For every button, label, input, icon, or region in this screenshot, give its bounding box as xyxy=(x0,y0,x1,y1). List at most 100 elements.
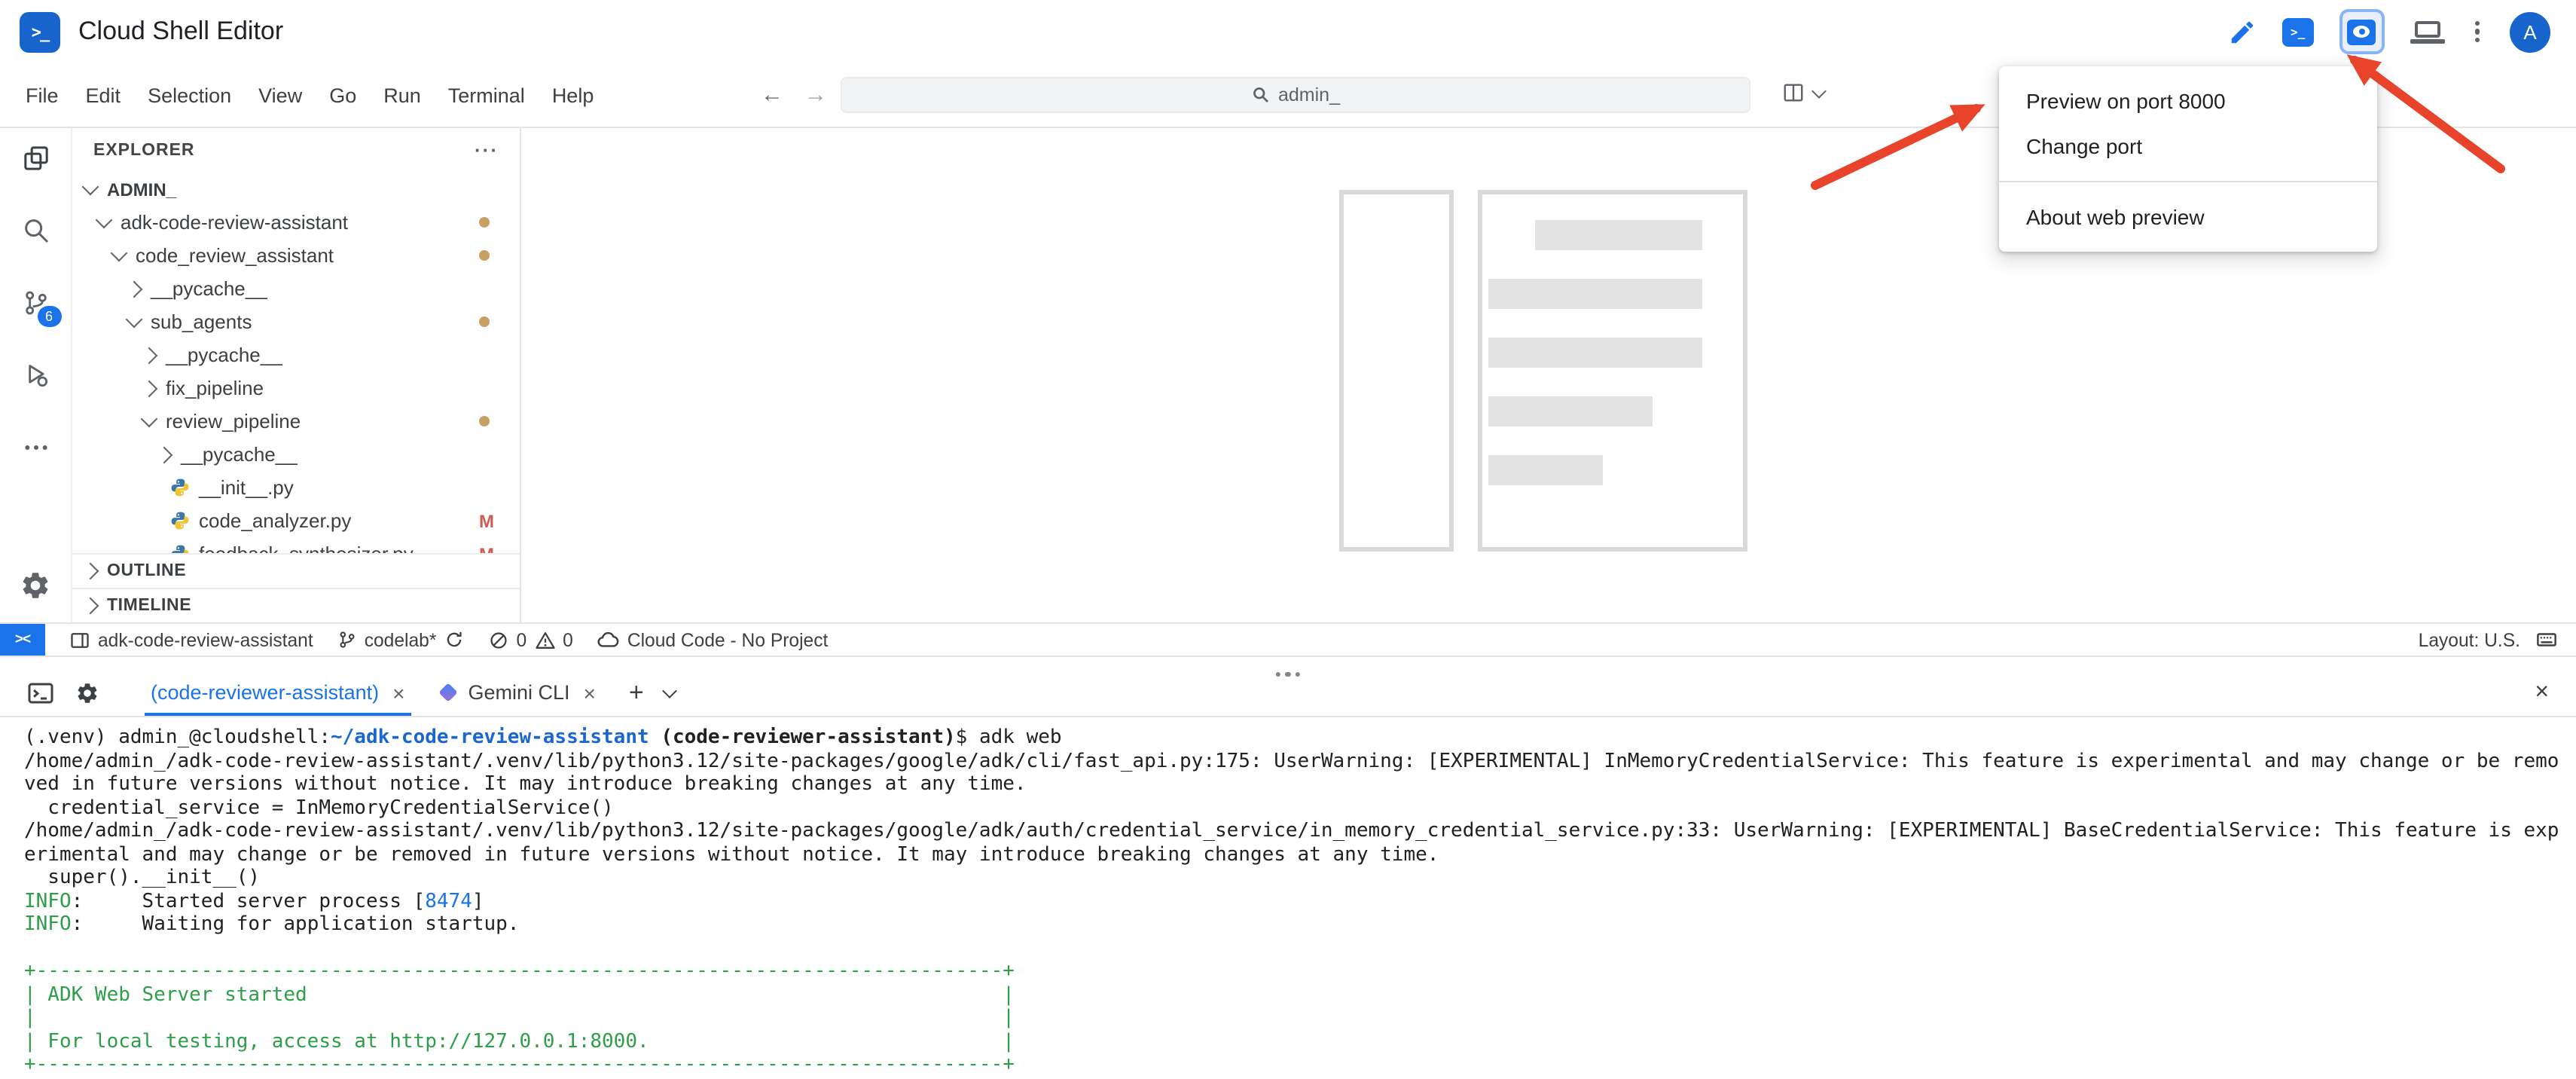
terminal-panel: (code-reviewer-assistant) × Gemini CLI ×… xyxy=(0,669,2576,1079)
terminal-line: INFO: Waiting for application startup. xyxy=(24,913,2552,937)
tree-item-label: review_pipeline xyxy=(166,411,301,433)
status-problems[interactable]: 0 0 xyxy=(487,629,572,650)
menu-item-about-web-preview[interactable]: About web preview xyxy=(1999,194,2377,240)
workspace-root[interactable]: ADMIN_ xyxy=(72,173,520,206)
sync-icon xyxy=(444,630,463,650)
menu-edit[interactable]: Edit xyxy=(72,84,135,106)
terminal-line xyxy=(24,937,2552,960)
outline-section[interactable]: OUTLINE xyxy=(72,553,520,588)
web-preview-menu-items: Preview on port 8000Change port About web… xyxy=(1999,78,2377,240)
explorer-actions-icon[interactable]: ··· xyxy=(475,139,499,162)
terminal-line: INFO: Started server process [8474] xyxy=(24,890,2552,913)
tree-item-code-review-assistant[interactable]: code_review_assistant xyxy=(72,240,520,273)
new-terminal-icon[interactable]: + xyxy=(629,677,644,708)
modified-dot xyxy=(479,218,490,228)
source-control-view-icon[interactable]: 6 xyxy=(17,285,53,321)
status-cloud-code[interactable]: Cloud Code - No Project xyxy=(597,628,829,651)
status-branch[interactable]: codelab* xyxy=(337,629,464,650)
menu-go[interactable]: Go xyxy=(316,84,370,106)
chevron-right-icon xyxy=(156,446,173,463)
tree-item-code-analyzer-py[interactable]: code_analyzer.pyM xyxy=(72,505,520,538)
status-workspace-label: adk-code-review-assistant xyxy=(98,629,313,650)
status-keyboard-layout[interactable]: Layout: U.S. xyxy=(2419,629,2520,650)
layout-switcher-icon[interactable] xyxy=(2535,628,2558,651)
terminal-line: +---------------------------------------… xyxy=(24,1053,2552,1077)
terminal-output[interactable]: (.venv) admin_@cloudshell:~/adk-code-rev… xyxy=(0,717,2576,1079)
split-editor-glyph xyxy=(1782,81,1805,104)
tree-item-label: code_review_assistant xyxy=(136,245,334,267)
forward-arrow-icon[interactable]: → xyxy=(804,82,827,108)
close-tab-icon[interactable]: × xyxy=(584,680,596,705)
terminal-line: /home/admin_/adk-code-review-assistant/.… xyxy=(24,820,2552,843)
tree-item-feedback-synthesizer-py[interactable]: feedback_synthesizer.pyM xyxy=(72,538,520,553)
git-branch-icon xyxy=(337,630,357,650)
tree-item-label: __pycache__ xyxy=(151,278,267,301)
account-avatar[interactable]: A xyxy=(2510,11,2550,52)
tree-item--pycache-[interactable]: __pycache__ xyxy=(72,339,520,372)
menu-run[interactable]: Run xyxy=(370,84,435,106)
terminal-settings-icon[interactable] xyxy=(75,680,99,705)
search-input[interactable]: admin_ xyxy=(841,77,1750,113)
more-options-icon[interactable] xyxy=(2471,20,2484,42)
error-count: 0 xyxy=(516,629,526,650)
menu-view[interactable]: View xyxy=(245,84,316,106)
remote-indicator[interactable]: >< xyxy=(0,624,45,656)
edit-icon[interactable] xyxy=(2228,17,2257,46)
chevron-down-icon xyxy=(126,310,143,328)
status-branch-label: codelab* xyxy=(365,629,437,650)
tree-item-sub-agents[interactable]: sub_agents xyxy=(72,306,520,339)
placeholder-bar xyxy=(1488,455,1603,485)
placeholder-bar xyxy=(1488,279,1702,309)
git-modified-badge: M xyxy=(479,511,494,532)
menu-terminal[interactable]: Terminal xyxy=(435,84,539,106)
menu-selection[interactable]: Selection xyxy=(134,84,245,106)
back-arrow-icon[interactable]: ← xyxy=(761,82,783,108)
tab-label: Gemini CLI xyxy=(468,681,569,704)
run-debug-view-icon[interactable] xyxy=(17,357,53,393)
menu-file[interactable]: File xyxy=(12,84,72,106)
tree-item--pycache-[interactable]: __pycache__ xyxy=(72,439,520,472)
tree-item-label: feedback_synthesizer.py xyxy=(199,543,414,553)
settings-gear-icon[interactable] xyxy=(17,567,53,603)
modified-dot xyxy=(479,417,490,427)
tree-item--init-py[interactable]: __init__.py xyxy=(72,472,520,505)
placeholder-bar xyxy=(1535,220,1702,250)
menu-help[interactable]: Help xyxy=(539,84,608,106)
terminal-line: super().__init__() xyxy=(24,867,2552,890)
chevron-down-icon xyxy=(111,244,128,261)
menu-item-change-port[interactable]: Change port xyxy=(1999,124,2377,169)
close-tab-icon[interactable]: × xyxy=(392,680,404,705)
terminal-icon[interactable] xyxy=(27,680,54,705)
terminal-tab-gemini-cli[interactable]: Gemini CLI × xyxy=(435,669,601,716)
open-terminal-icon[interactable]: >_ xyxy=(2282,17,2314,46)
terminal-line: | | xyxy=(24,1007,2552,1030)
titlebar-actions: >_ A xyxy=(2228,9,2576,54)
warning-count: 0 xyxy=(563,629,573,650)
window-icon xyxy=(69,629,90,650)
tree-item--pycache-[interactable]: __pycache__ xyxy=(72,273,520,306)
explorer-view-icon[interactable] xyxy=(17,140,53,176)
open-new-window-icon[interactable] xyxy=(2410,20,2445,43)
python-file-icon xyxy=(170,545,190,553)
cloud-shell-editor-window: >_ Cloud Shell Editor >_ A FileEditSelec… xyxy=(0,0,2576,1079)
tree-item-label: adk-code-review-assistant xyxy=(121,212,348,234)
tree-item-review-pipeline[interactable]: review_pipeline xyxy=(72,405,520,439)
terminal-tab-code-reviewer-assistant[interactable]: (code-reviewer-assistant) × xyxy=(145,669,411,716)
panel-resize-handle[interactable] xyxy=(1276,672,1300,677)
web-preview-button[interactable] xyxy=(2339,9,2385,54)
more-views-icon[interactable] xyxy=(17,429,53,466)
placeholder-page-with-bars xyxy=(1478,190,1747,552)
timeline-section[interactable]: TIMELINE xyxy=(72,588,520,622)
timeline-label: TIMELINE xyxy=(107,597,191,615)
chevron-down-icon xyxy=(96,211,113,228)
gemini-icon xyxy=(438,683,457,702)
tree-item-fix-pipeline[interactable]: fix_pipeline xyxy=(72,372,520,405)
search-view-icon[interactable] xyxy=(17,212,53,249)
status-workspace[interactable]: adk-code-review-assistant xyxy=(69,629,313,650)
titlebar: >_ Cloud Shell Editor >_ A xyxy=(0,0,2576,63)
menu-item-preview-on-port-8000[interactable]: Preview on port 8000 xyxy=(1999,78,2377,124)
close-panel-icon[interactable]: × xyxy=(2535,679,2549,706)
tree-item-adk-code-review-assistant[interactable]: adk-code-review-assistant xyxy=(72,206,520,240)
split-editor-icon[interactable] xyxy=(1782,81,1824,104)
terminal-dropdown-icon[interactable] xyxy=(663,683,678,698)
